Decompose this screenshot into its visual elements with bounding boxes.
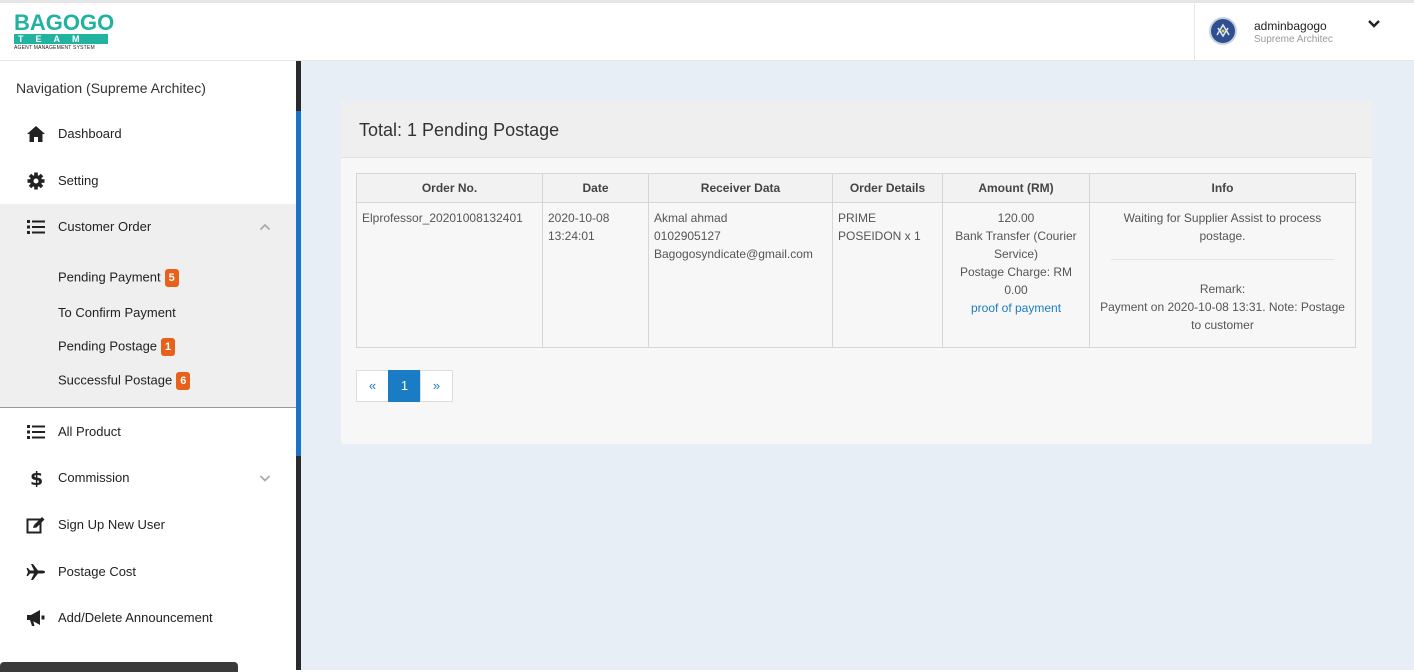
- sidebar-item-label: Postage Cost: [58, 564, 137, 579]
- status-tooltip: [0, 662, 238, 672]
- receiver-name: Akmal ahmad: [654, 211, 728, 225]
- sidebar-item-all-product[interactable]: All Product: [0, 409, 296, 455]
- date-cell: 2020-10-08 13:24:01: [542, 202, 649, 348]
- count-badge: 6: [176, 372, 191, 390]
- subitem-label: Successful Postage: [58, 372, 173, 388]
- sidebar-item-label: Customer Order: [58, 219, 152, 234]
- main-content: Total: 1 Pending Postage Order No. Date …: [301, 61, 1414, 670]
- prev-page-button[interactable]: «: [356, 370, 389, 402]
- pending-postage-panel: Total: 1 Pending Postage Order No. Date …: [341, 101, 1372, 444]
- avatar: [1209, 17, 1237, 45]
- sidebar-item-setting[interactable]: Setting: [0, 158, 296, 204]
- count-badge: 1: [161, 338, 176, 356]
- count-badge: 5: [164, 269, 179, 287]
- masonic-emblem-icon: [1212, 20, 1234, 42]
- payment-method: Bank Transfer (Courier Service): [955, 229, 1077, 261]
- top-bar: BAGOGO TEAM AGENT MANAGEMENT SYSTEM admi…: [0, 0, 1414, 61]
- sidebar: Navigation (Supreme Architec) Dashboard …: [0, 61, 296, 670]
- sidebar-item-label: All Product: [58, 424, 121, 439]
- svg-text:$: $: [30, 469, 43, 487]
- order-details: PRIME POSEIDON x 1: [838, 211, 921, 243]
- next-page-button[interactable]: »: [420, 370, 453, 402]
- sidebar-item-label: Commission: [58, 470, 130, 485]
- list-icon: [27, 425, 45, 439]
- plane-icon: [26, 564, 45, 580]
- amount-cell: 120.00 Bank Transfer (Courier Service) P…: [942, 202, 1090, 348]
- divider: [1111, 259, 1334, 260]
- sidebar-item-label: Dashboard: [58, 126, 122, 141]
- sidebar-item-label: Setting: [58, 173, 99, 188]
- sidebar-subitem-pending-payment[interactable]: Pending Payment 5: [58, 269, 179, 287]
- amount-value: 120.00: [997, 211, 1035, 225]
- sidebar-item-customer-order[interactable]: Customer Order: [0, 204, 296, 250]
- proof-of-payment-link[interactable]: proof of payment: [948, 299, 1084, 317]
- sidebar-item-commission[interactable]: $ Commission: [0, 455, 296, 501]
- order-no-cell: Elprofessor_20201008132401: [356, 202, 543, 348]
- chevron-down-icon: [259, 475, 271, 482]
- remark-text: Payment on 2020-10-08 13:31. Note: Posta…: [1100, 300, 1345, 332]
- subitem-label: Pending Payment: [58, 269, 161, 285]
- column-header: Receiver Data: [648, 173, 833, 203]
- page-title: Total: 1 Pending Postage: [359, 120, 560, 140]
- sidebar-item-sign-up-new-user[interactable]: Sign Up New User: [0, 502, 296, 548]
- info-status: Waiting for Supplier Assist to process p…: [1123, 211, 1322, 243]
- panel-header: Total: 1 Pending Postage: [341, 101, 1372, 158]
- order-time: 13:24:01: [548, 229, 595, 243]
- dollar-icon: $: [30, 469, 43, 487]
- user-role: Supreme Architec: [1254, 34, 1333, 45]
- orders-table: Order No. Date Receiver Data Order Detai…: [356, 173, 1356, 348]
- table-header-row: Order No. Date Receiver Data Order Detai…: [356, 173, 1356, 203]
- postage-charge: Postage Charge: RM 0.00: [959, 265, 1073, 297]
- column-header: Date: [542, 173, 649, 203]
- megaphone-icon: [27, 610, 45, 626]
- sidebar-item-postage-cost[interactable]: Postage Cost: [0, 549, 296, 595]
- user-name: adminbagogo: [1254, 19, 1327, 33]
- column-header: Amount (RM): [942, 173, 1090, 203]
- order-no: Elprofessor_20201008132401: [362, 211, 523, 225]
- info-cell: Waiting for Supplier Assist to process p…: [1089, 202, 1356, 348]
- page-button-current[interactable]: 1: [388, 370, 421, 402]
- receiver-phone: 0102905127: [654, 229, 721, 243]
- brand-line2: TEAM: [14, 34, 108, 44]
- chevron-down-icon[interactable]: [1367, 18, 1381, 30]
- column-header: Order Details: [832, 173, 943, 203]
- edit-icon: [26, 517, 45, 534]
- sidebar-item-label: Sign Up New User: [58, 517, 165, 532]
- pagination: « 1 »: [356, 370, 453, 402]
- chevron-up-icon: [259, 223, 271, 231]
- sidebar-item-label: Add/Delete Announcement: [58, 610, 213, 625]
- list-icon: [27, 220, 45, 234]
- receiver-cell: Akmal ahmad 0102905127 Bagogosyndicate@g…: [648, 202, 833, 348]
- order-date: 2020-10-08: [548, 211, 610, 225]
- brand-line1: BAGOGO: [14, 10, 115, 35]
- sidebar-subitem-to-confirm-payment[interactable]: To Confirm Payment: [58, 305, 176, 320]
- sidebar-subitem-successful-postage[interactable]: Successful Postage 6: [58, 372, 191, 390]
- subitem-label: Pending Postage: [58, 338, 158, 354]
- remark-label: Remark:: [1199, 282, 1246, 296]
- sidebar-subitem-pending-postage[interactable]: Pending Postage 1: [58, 338, 176, 356]
- sidebar-title: Navigation (Supreme Architec): [16, 80, 206, 96]
- column-header: Order No.: [356, 173, 543, 203]
- column-header: Info: [1089, 173, 1356, 203]
- subitem-label: To Confirm Payment: [58, 305, 176, 320]
- brand-logo[interactable]: BAGOGO TEAM AGENT MANAGEMENT SYSTEM: [14, 10, 115, 55]
- table-row: Elprofessor_20201008132401 2020-10-08 13…: [356, 202, 1356, 348]
- order-details-cell: PRIME POSEIDON x 1: [832, 202, 943, 348]
- home-icon: [27, 126, 45, 142]
- receiver-email: Bagogosyndicate@gmail.com: [654, 247, 813, 261]
- brand-tagline: AGENT MANAGEMENT SYSTEM: [14, 45, 95, 51]
- user-menu[interactable]: adminbagogo Supreme Architec: [1194, 3, 1402, 61]
- sidebar-item-dashboard[interactable]: Dashboard: [0, 111, 296, 157]
- sidebar-item-announcement[interactable]: Add/Delete Announcement: [0, 595, 296, 641]
- gear-icon: [27, 172, 45, 190]
